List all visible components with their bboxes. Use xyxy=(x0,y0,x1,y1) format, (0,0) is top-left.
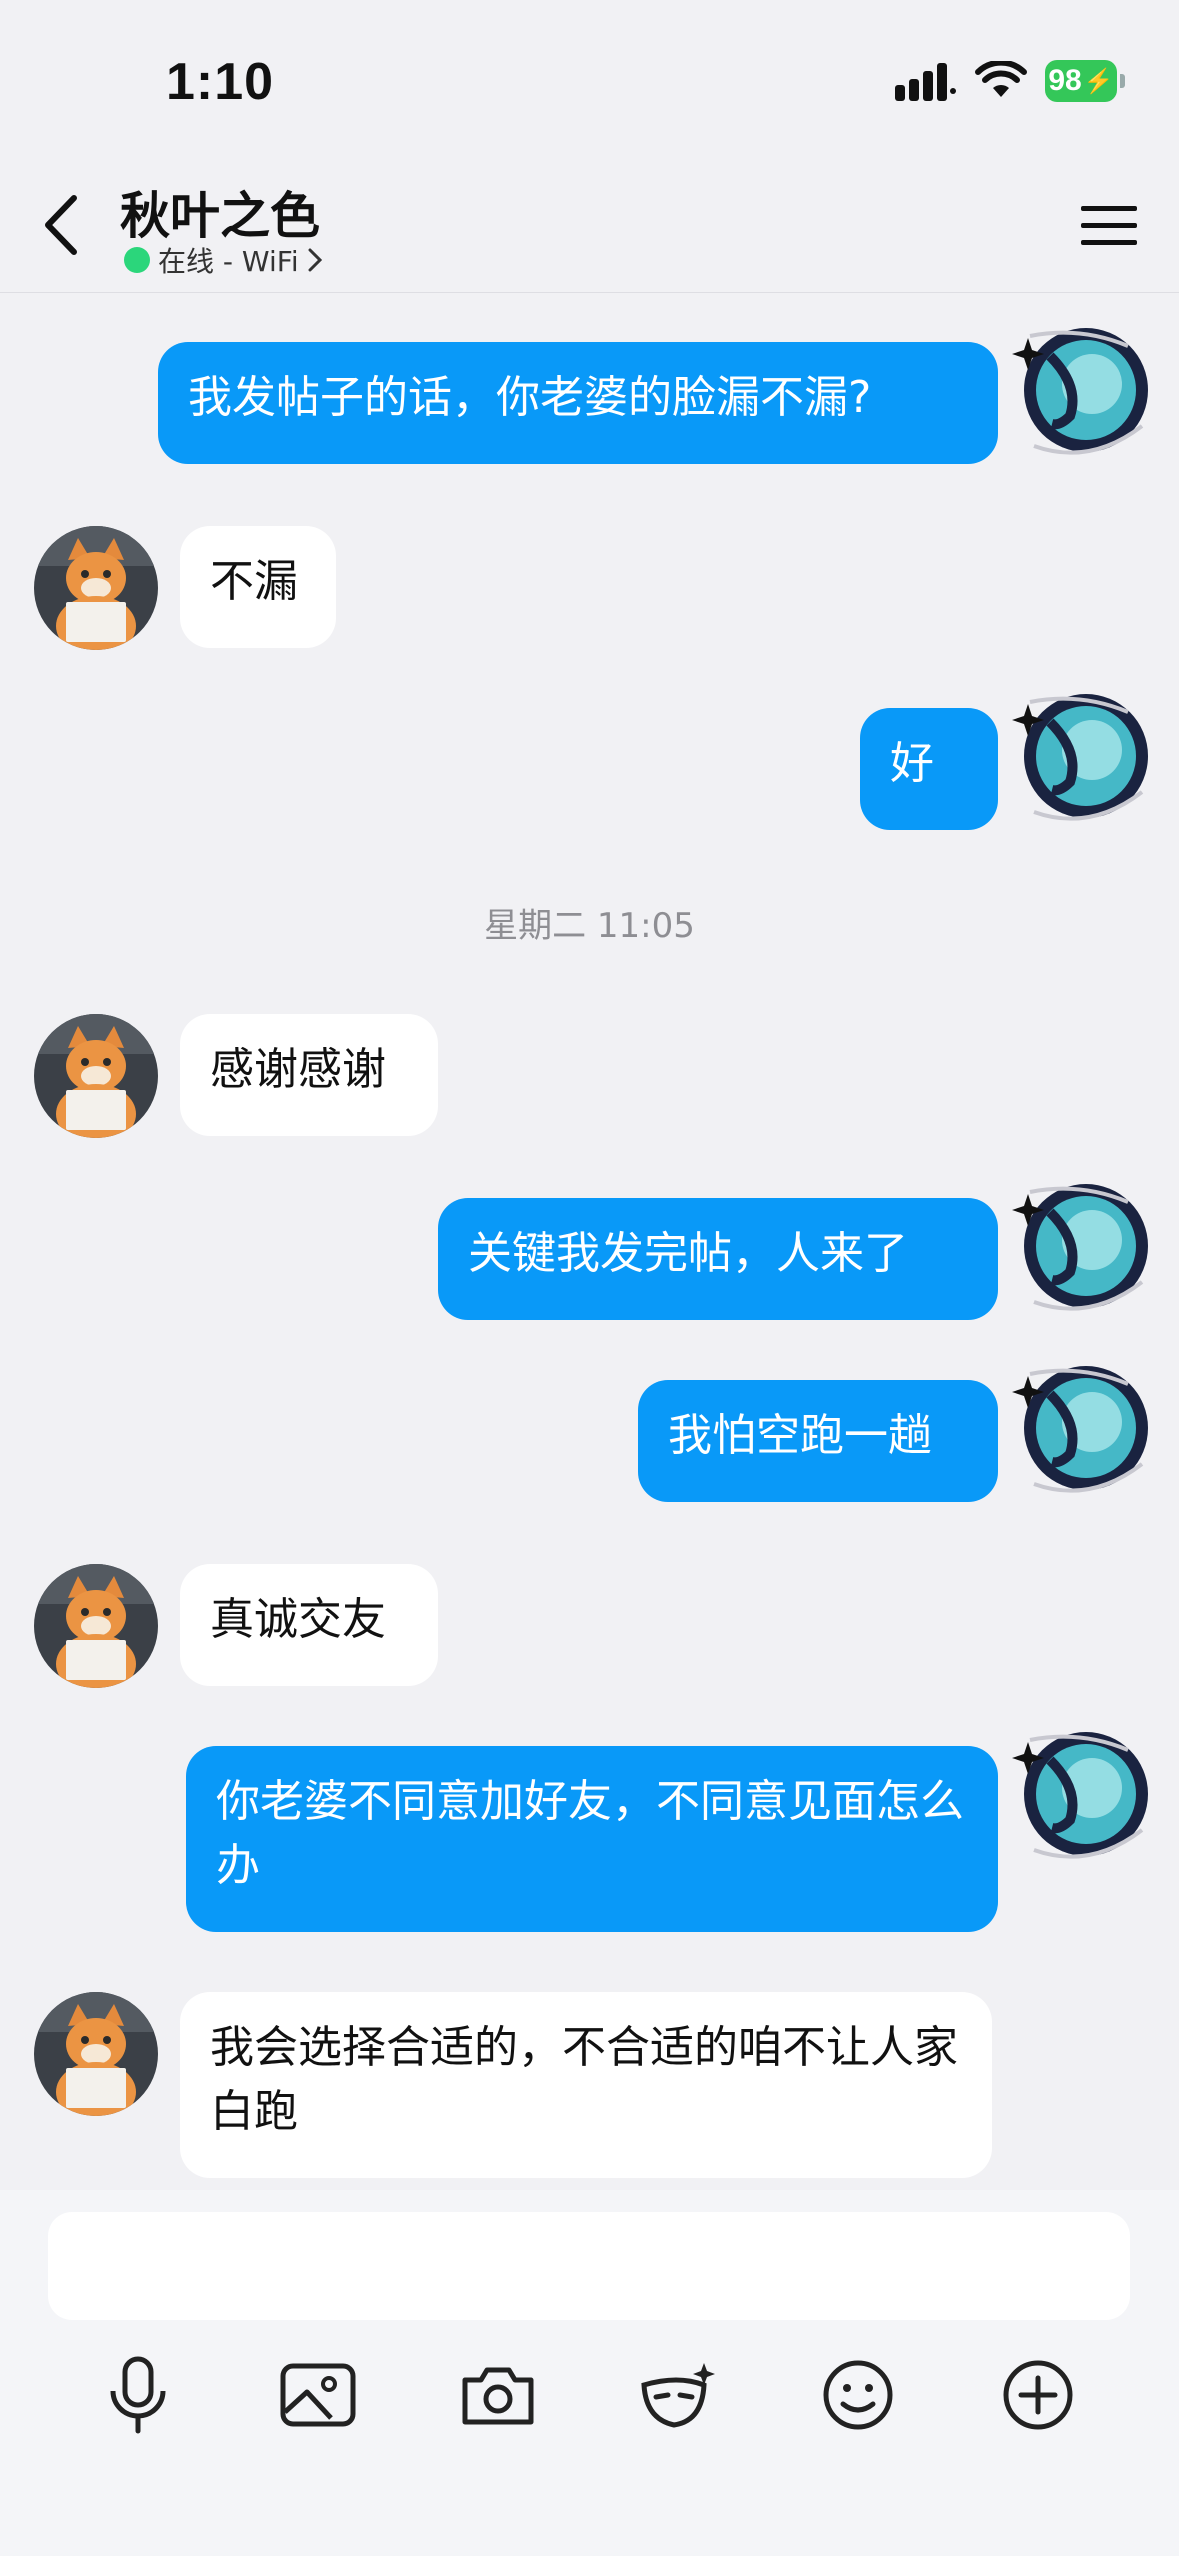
my-avatar[interactable] xyxy=(1010,1162,1160,1312)
chat-header: 秋叶之色 在线 - WiFi xyxy=(0,160,1179,293)
menu-button[interactable] xyxy=(1079,200,1139,252)
my-avatar[interactable] xyxy=(1010,1344,1160,1494)
battery-level: 98 xyxy=(1048,64,1082,97)
outgoing-message-bubble[interactable]: 我发帖子的话，你老婆的脸漏不漏? xyxy=(158,342,998,464)
contact-avatar[interactable] xyxy=(34,1564,158,1688)
incoming-message-bubble[interactable]: 不漏 xyxy=(180,526,336,648)
incoming-message-bubble[interactable]: 真诚交友 xyxy=(180,1564,438,1686)
charging-icon: ⚡ xyxy=(1083,67,1114,95)
composer-toolbar xyxy=(0,2350,1179,2460)
mask-icon[interactable] xyxy=(633,2350,723,2440)
my-avatar[interactable] xyxy=(1010,672,1160,822)
outgoing-message-bubble[interactable]: 我怕空跑一趟 xyxy=(638,1380,998,1502)
composer xyxy=(0,2190,1179,2556)
incoming-message-bubble[interactable]: 我会选择合适的，不合适的咱不让人家白跑 xyxy=(180,1992,992,2178)
image-icon[interactable] xyxy=(273,2350,363,2440)
chevron-right-icon xyxy=(308,248,322,272)
message-input[interactable] xyxy=(48,2212,1130,2320)
presence-status[interactable]: 在线 - WiFi xyxy=(124,240,323,280)
camera-icon[interactable] xyxy=(453,2350,543,2440)
back-button[interactable] xyxy=(34,190,94,260)
outgoing-message-bubble[interactable]: 你老婆不同意加好友，不同意见面怎么办 xyxy=(186,1746,998,1932)
signal-icon xyxy=(895,63,956,101)
online-dot-icon xyxy=(124,247,150,273)
my-avatar[interactable] xyxy=(1010,306,1160,456)
my-avatar[interactable] xyxy=(1010,1710,1160,1860)
incoming-message-bubble[interactable]: 感谢感谢 xyxy=(180,1014,438,1136)
status-icons: 98 ⚡ xyxy=(895,60,1125,102)
wifi-icon xyxy=(975,61,1027,97)
outgoing-message-bubble[interactable]: 关键我发完帖，人来了 xyxy=(438,1198,998,1320)
plus-icon[interactable] xyxy=(993,2350,1083,2440)
battery-indicator: 98 ⚡ xyxy=(1045,60,1125,102)
emoji-icon[interactable] xyxy=(813,2350,903,2440)
outgoing-message-bubble[interactable]: 好 xyxy=(860,708,998,830)
clock: 1:10 xyxy=(166,53,275,111)
contact-avatar[interactable] xyxy=(34,1992,158,2116)
contact-avatar[interactable] xyxy=(34,526,158,650)
status-bar: 1:10 98 ⚡ xyxy=(0,0,1179,160)
mic-icon[interactable] xyxy=(93,2350,183,2440)
presence-label: 在线 - WiFi xyxy=(158,245,299,278)
timestamp-divider: 星期二 11:05 xyxy=(484,906,695,946)
contact-name[interactable]: 秋叶之色 xyxy=(120,176,320,248)
contact-avatar[interactable] xyxy=(34,1014,158,1138)
